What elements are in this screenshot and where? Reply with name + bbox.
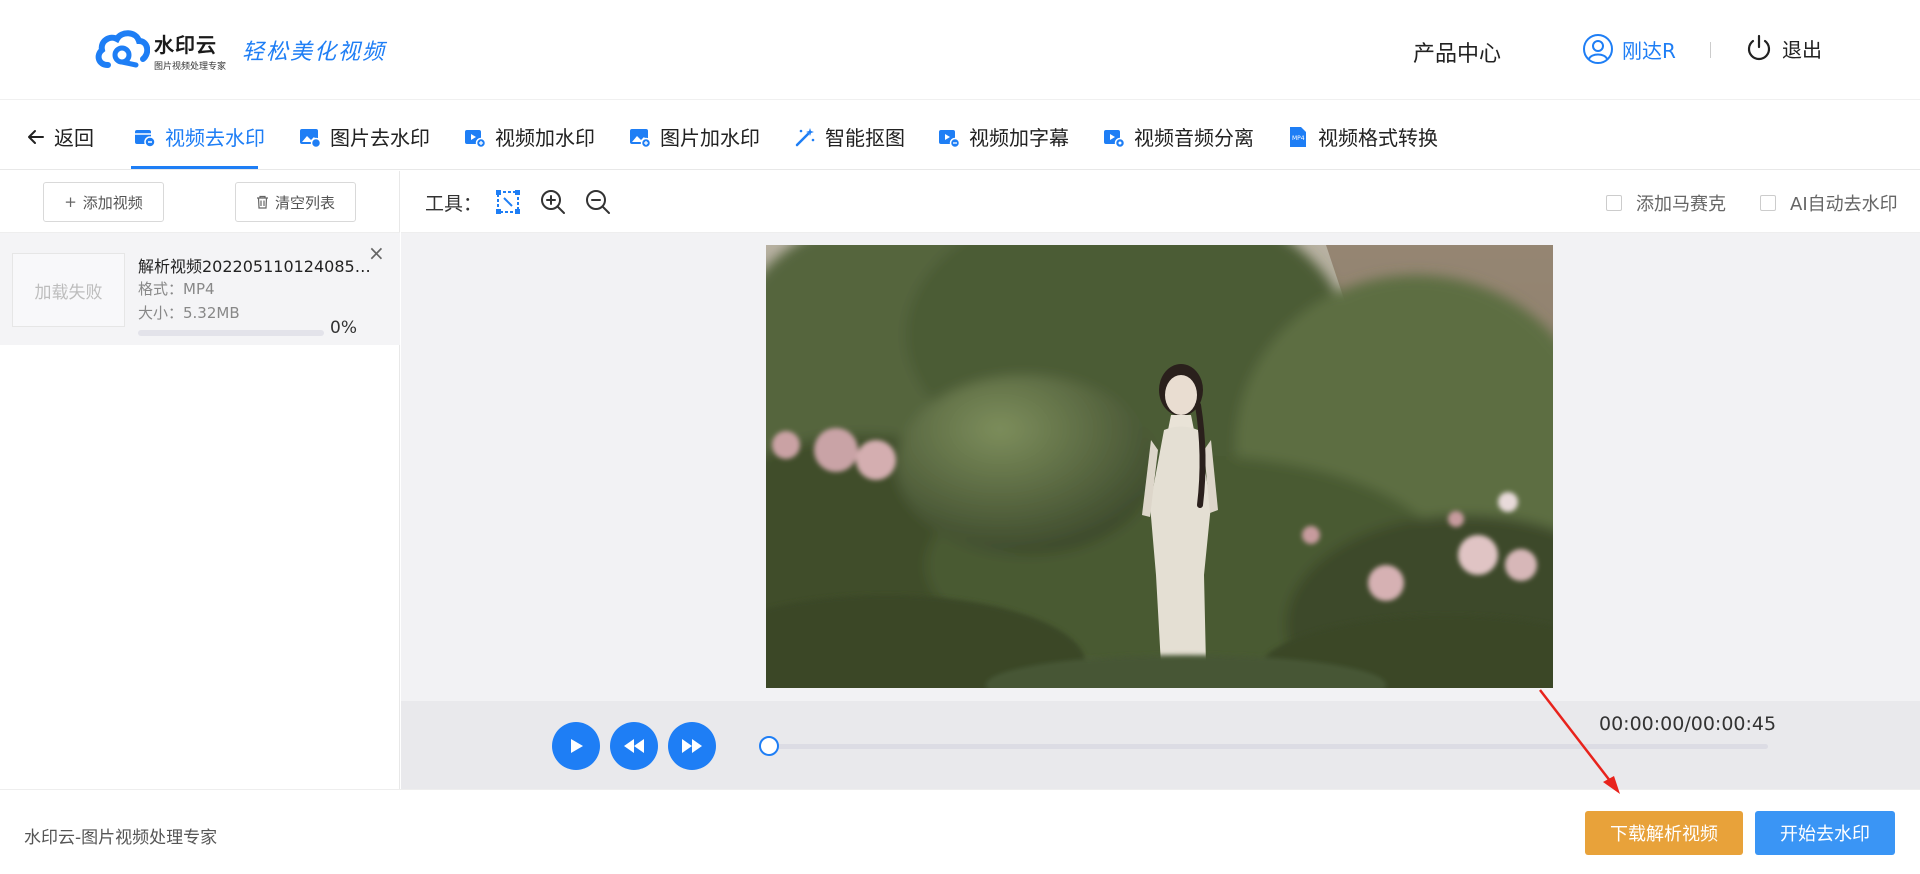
- header-divider: [1710, 42, 1711, 58]
- power-icon: [1747, 34, 1771, 61]
- footer-brand: 水印云-图片视频处理专家: [24, 828, 218, 848]
- image-add-icon: [630, 128, 652, 148]
- tab-video-subtitle[interactable]: 视频加字幕: [937, 122, 1069, 151]
- tab-label: 视频加水印: [495, 126, 595, 150]
- video-subtitle-icon: [939, 129, 961, 148]
- start-label: 开始去水印: [1780, 824, 1870, 845]
- add-video-button[interactable]: + 添加视频: [43, 182, 164, 222]
- progress-bar: [138, 330, 324, 336]
- tab-label: 视频加字幕: [969, 126, 1069, 150]
- file-list-panel: + 添加视频 清空列表 加载失败 解析视频20220511012408511..…: [0, 171, 400, 789]
- video-frame: [766, 245, 1553, 688]
- time-display: 00:00:00/00:00:45: [1599, 713, 1777, 735]
- logo-slogan: 轻松美化视频: [242, 40, 387, 65]
- back-button[interactable]: 返回: [26, 122, 94, 151]
- tab-label: 智能抠图: [825, 126, 905, 150]
- tools-bar: 工具： 添加马赛克 AI自动去水印: [401, 171, 1920, 233]
- tab-image-remove-watermark[interactable]: 图片去水印: [298, 122, 430, 151]
- add-mosaic-checkbox[interactable]: 添加马赛克: [1606, 190, 1726, 216]
- list-item[interactable]: 加载失败 解析视频20220511012408511... 格式：MP4 大小：…: [0, 233, 400, 345]
- file-size: 大小：5.32MB: [138, 304, 240, 322]
- clear-list-label: 清空列表: [274, 193, 335, 212]
- add-mosaic-label: 添加马赛克: [1636, 194, 1726, 215]
- logout-label: 退出: [1782, 37, 1822, 62]
- zoom-out-icon[interactable]: [584, 188, 612, 216]
- image-eraser-icon: [300, 128, 322, 148]
- cloud-logo-icon: [95, 30, 150, 68]
- close-icon[interactable]: ×: [368, 243, 385, 263]
- app-header: 水印云 图片视频处理专家 轻松美化视频 产品中心 刚达R 退出: [0, 0, 1920, 100]
- select-area-icon[interactable]: [494, 188, 522, 216]
- active-tab-indicator: [131, 166, 258, 169]
- tab-video-add-watermark[interactable]: 视频加水印: [463, 122, 595, 151]
- editor-area: 工具： 添加马赛克 AI自动去水印 00:00:00/00:00:45: [401, 171, 1920, 789]
- seek-handle[interactable]: [759, 736, 779, 756]
- video-add-icon: [465, 129, 487, 148]
- tool-tabs: 返回 视频去水印 图片去水印 视频加水印 图片加水印 智能抠图 视频加字幕 视频…: [0, 100, 1920, 170]
- tab-image-add-watermark[interactable]: 图片加水印: [628, 122, 760, 151]
- checkbox[interactable]: [1606, 195, 1622, 211]
- play-icon: [571, 739, 583, 753]
- play-button[interactable]: [552, 722, 600, 770]
- mp4-format-icon: MP4: [1290, 126, 1306, 147]
- zoom-in-icon[interactable]: [539, 188, 567, 216]
- user-menu[interactable]: 刚达R: [1582, 33, 1676, 65]
- file-list-toolbar: + 添加视频 清空列表: [0, 171, 400, 233]
- tab-label: 视频音频分离: [1134, 126, 1254, 150]
- video-eraser-icon: [135, 129, 156, 148]
- tab-video-remove-watermark[interactable]: 视频去水印: [133, 122, 265, 151]
- footer-bar: 水印云-图片视频处理专家 下载解析视频 开始去水印: [0, 789, 1920, 874]
- logo-subtitle: 图片视频处理专家: [154, 61, 227, 72]
- download-label: 下载解析视频: [1610, 824, 1718, 845]
- start-remove-watermark-button[interactable]: 开始去水印: [1755, 811, 1895, 855]
- tab-label: 视频格式转换: [1318, 126, 1438, 150]
- tab-label: 图片加水印: [660, 126, 760, 150]
- user-name: 刚达R: [1622, 38, 1676, 63]
- plus-icon: +: [64, 193, 77, 211]
- rewind-button[interactable]: [610, 722, 658, 770]
- back-label: 返回: [54, 126, 94, 150]
- add-video-label: 添加视频: [82, 193, 143, 212]
- product-center-link[interactable]: 产品中心: [1413, 36, 1501, 68]
- seek-bar[interactable]: [769, 744, 1768, 749]
- magic-wand-icon: [795, 127, 815, 146]
- file-name: 解析视频20220511012408511...: [138, 257, 378, 276]
- tab-video-audio-split[interactable]: 视频音频分离: [1102, 122, 1254, 151]
- progress-text: 0%: [330, 318, 357, 338]
- tab-label: 视频去水印: [165, 126, 265, 150]
- fast-forward-icon: [682, 739, 702, 753]
- tab-label: 图片去水印: [330, 126, 430, 150]
- svg-text:MP4: MP4: [1292, 135, 1305, 142]
- user-avatar-icon: [1583, 34, 1613, 64]
- fast-forward-button[interactable]: [668, 722, 716, 770]
- video-preview[interactable]: [766, 245, 1553, 688]
- tab-video-format-convert[interactable]: MP4 视频格式转换: [1286, 122, 1438, 151]
- ai-remove-label: AI自动去水印: [1790, 194, 1898, 215]
- arrow-left-icon: [28, 129, 44, 144]
- tab-smart-cutout[interactable]: 智能抠图: [793, 122, 905, 151]
- thumbnail-status: 加载失败: [34, 282, 103, 303]
- file-format: 格式：MP4: [138, 280, 215, 298]
- rewind-icon: [624, 739, 644, 753]
- logo[interactable]: 水印云 图片视频处理专家 轻松美化视频: [94, 26, 386, 74]
- file-thumbnail: 加载失败: [12, 253, 125, 327]
- download-parsed-video-button[interactable]: 下载解析视频: [1585, 811, 1743, 855]
- video-audio-split-icon: [1104, 129, 1126, 148]
- logo-name: 水印云: [154, 32, 217, 57]
- clear-list-button[interactable]: 清空列表: [235, 182, 356, 222]
- trash-icon: [256, 195, 268, 209]
- logout-button[interactable]: 退出: [1744, 33, 1822, 63]
- player-controls: 00:00:00/00:00:45: [401, 701, 1920, 789]
- checkbox[interactable]: [1760, 195, 1776, 211]
- ai-remove-checkbox[interactable]: AI自动去水印: [1760, 190, 1898, 216]
- tools-label: 工具：: [425, 193, 483, 215]
